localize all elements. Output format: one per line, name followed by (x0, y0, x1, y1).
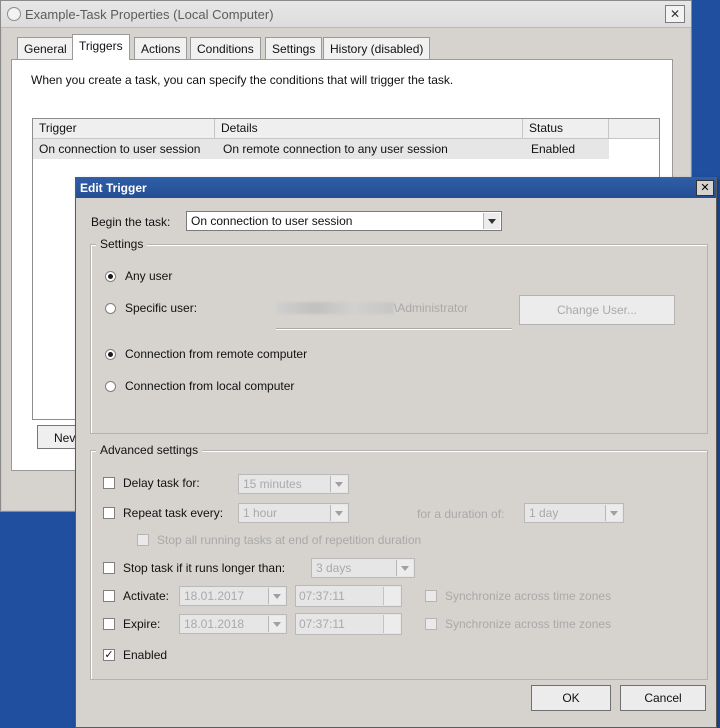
column-header-trigger[interactable]: Trigger (33, 119, 215, 138)
chevron-down-icon[interactable] (483, 213, 500, 229)
activate-time-value: 07:37:11 (299, 589, 345, 603)
repeat-select[interactable]: 1 hour (238, 503, 349, 523)
expire-time-stepper[interactable]: 07:37:11 (295, 613, 402, 635)
table-row[interactable]: On connection to user session On remote … (33, 139, 609, 159)
activate-sync-checkbox[interactable] (425, 590, 437, 602)
activate-checkbox[interactable] (103, 590, 115, 602)
close-icon[interactable]: ✕ (696, 180, 714, 196)
begin-task-label: Begin the task: (91, 215, 171, 229)
repeat-label[interactable]: Repeat task every: (123, 506, 223, 520)
tab-triggers[interactable]: Triggers (72, 34, 130, 60)
activate-date-value: 18.01.2017 (184, 589, 245, 603)
delay-label[interactable]: Delay task for: (123, 476, 200, 490)
properties-titlebar: Example-Task Properties (Local Computer)… (1, 1, 691, 28)
window-title: Example-Task Properties (Local Computer) (25, 7, 274, 22)
activate-date-picker[interactable]: 18.01.2017 (179, 586, 287, 606)
expire-sync-label: Synchronize across time zones (445, 617, 612, 631)
cell-status: Enabled (531, 142, 576, 156)
duration-label: for a duration of: (417, 507, 505, 521)
activate-label[interactable]: Activate: (123, 589, 169, 603)
any-user-label[interactable]: Any user (125, 269, 172, 283)
chevron-down-icon[interactable] (268, 588, 285, 604)
clock-icon (7, 7, 21, 21)
stop-longer-select[interactable]: 3 days (311, 558, 415, 578)
stop-running-label: Stop all running tasks at end of repetit… (157, 533, 422, 547)
activate-time-stepper[interactable]: 07:37:11 (295, 585, 402, 607)
local-connection-radio[interactable] (105, 381, 116, 392)
specific-user-label[interactable]: Specific user: (125, 301, 197, 315)
delay-checkbox[interactable] (103, 477, 115, 489)
cell-details: On remote connection to any user session (223, 142, 448, 156)
settings-group (90, 244, 708, 434)
duration-select[interactable]: 1 day (524, 503, 624, 523)
edit-trigger-dialog: Edit Trigger ✕ Begin the task: On connec… (75, 177, 717, 728)
column-header-status[interactable]: Status (523, 119, 609, 138)
expire-sync-checkbox[interactable] (425, 618, 437, 630)
chevron-down-icon[interactable] (330, 505, 347, 521)
column-header-details[interactable]: Details (215, 119, 523, 138)
repeat-checkbox[interactable] (103, 507, 115, 519)
cancel-button[interactable]: Cancel (620, 685, 706, 711)
begin-task-value: On connection to user session (191, 214, 353, 228)
delay-value: 15 minutes (243, 477, 302, 491)
triggers-description: When you create a task, you can specify … (31, 73, 454, 87)
spin-up-icon[interactable] (383, 587, 400, 596)
table-header-row: Trigger Details Status (33, 119, 659, 139)
enabled-checkbox[interactable]: ✓ (103, 649, 115, 661)
tab-history[interactable]: History (disabled) (323, 37, 431, 59)
cell-trigger: On connection to user session (39, 142, 201, 156)
chevron-down-icon[interactable] (605, 505, 622, 521)
settings-legend: Settings (96, 237, 148, 251)
activate-sync-label: Synchronize across time zones (445, 589, 612, 603)
user-suffix: \Administrator (394, 301, 469, 315)
repeat-value: 1 hour (243, 506, 278, 520)
chevron-down-icon[interactable] (330, 476, 347, 492)
tab-actions[interactable]: Actions (134, 37, 188, 59)
stop-longer-value: 3 days (316, 561, 352, 575)
local-connection-label[interactable]: Connection from local computer (125, 379, 294, 393)
tab-general[interactable]: General (17, 37, 74, 59)
remote-connection-radio[interactable] (105, 349, 116, 360)
expire-date-value: 18.01.2018 (184, 617, 245, 631)
duration-value: 1 day (529, 506, 559, 520)
redacted-domain (276, 302, 394, 314)
stop-longer-checkbox[interactable] (103, 562, 115, 574)
tab-settings[interactable]: Settings (265, 37, 323, 59)
dialog-title: Edit Trigger (80, 181, 147, 195)
expire-date-picker[interactable]: 18.01.2018 (179, 614, 287, 634)
specific-user-radio[interactable] (105, 303, 116, 314)
remote-connection-label[interactable]: Connection from remote computer (125, 347, 307, 361)
tab-conditions[interactable]: Conditions (190, 37, 261, 59)
stop-longer-label[interactable]: Stop task if it runs longer than: (123, 561, 285, 575)
any-user-radio[interactable] (105, 271, 116, 282)
dialog-titlebar: Edit Trigger ✕ (76, 178, 716, 198)
delay-select[interactable]: 15 minutes (238, 474, 349, 494)
expire-time-value: 07:37:11 (299, 617, 345, 631)
chevron-down-icon[interactable] (396, 560, 413, 576)
stop-running-checkbox[interactable] (137, 534, 149, 546)
expire-label[interactable]: Expire: (123, 617, 160, 631)
enabled-label[interactable]: Enabled (123, 648, 167, 662)
expire-checkbox[interactable] (103, 618, 115, 630)
advanced-settings-legend: Advanced settings (96, 443, 203, 457)
chevron-down-icon[interactable] (268, 616, 285, 632)
change-user-button[interactable]: Change User... (519, 295, 675, 325)
begin-task-select[interactable]: On connection to user session (186, 211, 502, 231)
spin-up-icon[interactable] (383, 615, 400, 624)
user-underline (276, 328, 512, 329)
close-icon[interactable]: ✕ (665, 5, 685, 23)
spin-down-icon[interactable] (383, 624, 400, 633)
spin-down-icon[interactable] (383, 596, 400, 605)
ok-button[interactable]: OK (531, 685, 611, 711)
